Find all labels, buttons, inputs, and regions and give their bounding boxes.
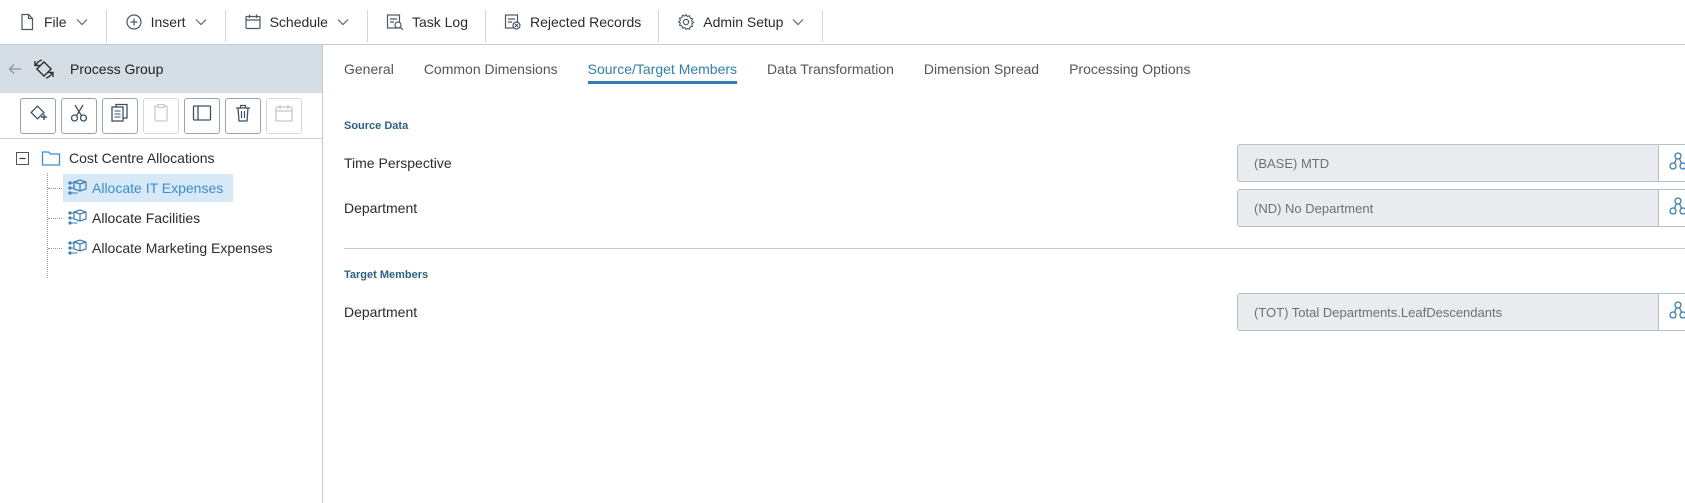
menu-insert[interactable]: Insert — [107, 0, 226, 45]
chevron-down-icon — [336, 15, 350, 29]
time-perspective-label: Time Perspective — [344, 155, 452, 171]
folder-icon — [41, 149, 61, 167]
tree-item-label: Allocate Marketing Expenses — [92, 240, 273, 256]
allocation-process-icon — [67, 179, 87, 197]
menu-file-label: File — [44, 14, 67, 30]
tree-item-allocate-facilities[interactable]: Allocate Facilities — [0, 203, 322, 233]
hierarchy-picker-icon — [1668, 151, 1685, 176]
panel-icon — [191, 102, 213, 129]
tab-general[interactable]: General — [344, 45, 394, 93]
hierarchy-picker-icon — [1668, 300, 1685, 325]
menu-schedule-label: Schedule — [269, 14, 328, 30]
tab-dimension-spread[interactable]: Dimension Spread — [924, 45, 1039, 93]
gear-icon — [677, 13, 695, 31]
menu-file[interactable]: File — [0, 0, 107, 45]
source-data-heading: Source Data — [344, 120, 409, 132]
process-tree: Cost Centre Allocations Allocate IT Expe… — [0, 139, 322, 278]
tree-item-allocate-marketing-expenses[interactable]: Allocate Marketing Expenses — [0, 233, 322, 263]
allocation-process-icon — [67, 209, 87, 227]
source-department-label: Department — [344, 200, 418, 216]
section-divider — [344, 248, 1685, 249]
time-perspective-picker-button[interactable] — [1658, 145, 1685, 181]
tree-root-label: Cost Centre Allocations — [69, 150, 215, 166]
plus-circle-icon — [125, 13, 143, 31]
back-arrow-icon[interactable] — [3, 57, 27, 81]
tree-toolbar — [0, 93, 322, 139]
target-department-label: Department — [344, 304, 418, 320]
process-group-icon — [32, 57, 56, 81]
tab-common-dimensions[interactable]: Common Dimensions — [424, 45, 558, 93]
rejected-records-icon — [504, 13, 522, 31]
target-department-field: (TOT) Total Departments.LeafDescendants — [1237, 293, 1685, 331]
paste-button[interactable] — [143, 97, 179, 134]
file-icon — [18, 13, 36, 31]
tab-data-transformation[interactable]: Data Transformation — [767, 45, 894, 93]
tree-branch-line — [48, 188, 62, 189]
source-department-field: (ND) No Department — [1237, 189, 1685, 227]
chevron-down-icon — [194, 15, 208, 29]
process-group-header: Process Group — [0, 45, 322, 93]
clipboard-icon — [150, 102, 172, 129]
schedule-button[interactable] — [266, 97, 302, 134]
tree-branch-line — [48, 218, 62, 219]
calendar-icon — [244, 13, 262, 31]
tab-source-target-members[interactable]: Source/Target Members — [587, 45, 738, 93]
time-perspective-value[interactable]: (BASE) MTD — [1238, 145, 1658, 181]
scissors-icon — [68, 102, 90, 129]
tree-branch-line — [48, 248, 62, 249]
menu-task-log-label: Task Log — [411, 14, 469, 30]
tree-item-allocate-it-expenses[interactable]: Allocate IT Expenses — [0, 173, 322, 203]
menu-admin-setup[interactable]: Admin Setup — [659, 0, 824, 45]
tab-bar: General Common Dimensions Source/Target … — [323, 45, 1685, 93]
task-log-icon — [386, 13, 404, 31]
menu-bar: File Insert Schedule Task Log Rejected R… — [0, 0, 1685, 45]
chevron-down-icon — [791, 15, 805, 29]
tree-root-node[interactable]: Cost Centre Allocations — [0, 143, 322, 173]
chevron-down-icon — [75, 15, 89, 29]
panel-title: Process Group — [70, 61, 164, 77]
tree-children: Allocate IT Expenses Allocate Facilities — [0, 173, 322, 278]
delete-button[interactable] — [225, 97, 261, 134]
menu-admin-setup-label: Admin Setup — [703, 14, 784, 30]
source-department-row: Department (ND) No Department — [344, 189, 1685, 227]
target-department-row: Department (TOT) Total Departments.LeafD… — [344, 293, 1685, 331]
tree-item-label: Allocate IT Expenses — [92, 180, 224, 196]
menu-insert-label: Insert — [150, 14, 186, 30]
time-perspective-field: (BASE) MTD — [1237, 144, 1685, 182]
time-perspective-row: Time Perspective (BASE) MTD — [344, 144, 1685, 182]
source-department-value[interactable]: (ND) No Department — [1238, 190, 1658, 226]
menu-schedule[interactable]: Schedule — [226, 0, 369, 45]
collapse-toggle-icon[interactable] — [16, 151, 29, 165]
cut-button[interactable] — [61, 97, 97, 134]
menu-rejected-records-label: Rejected Records — [530, 14, 642, 30]
copy-button[interactable] — [102, 97, 138, 134]
tree-node[interactable]: Allocate Marketing Expenses — [63, 234, 283, 262]
menu-rejected-records[interactable]: Rejected Records — [486, 0, 660, 45]
add-process-button[interactable] — [20, 97, 56, 134]
add-process-icon — [27, 102, 49, 129]
tree-node[interactable]: Allocate IT Expenses — [63, 174, 234, 202]
menu-task-log[interactable]: Task Log — [368, 0, 487, 45]
process-detail-panel: General Common Dimensions Source/Target … — [323, 45, 1685, 503]
source-department-picker-button[interactable] — [1658, 190, 1685, 226]
tree-item-label: Allocate Facilities — [92, 210, 201, 226]
hierarchy-picker-icon — [1668, 196, 1685, 221]
tree-node[interactable]: Allocate Facilities — [63, 204, 210, 232]
toggle-panel-button[interactable] — [184, 97, 220, 134]
target-department-value[interactable]: (TOT) Total Departments.LeafDescendants — [1238, 294, 1658, 330]
trash-icon — [232, 102, 254, 129]
process-group-panel: Process Group Cost Centre Allocations Al… — [0, 45, 323, 503]
calendar-icon — [273, 102, 295, 129]
target-members-heading: Target Members — [344, 269, 429, 281]
allocation-process-icon — [67, 239, 87, 257]
tab-processing-options[interactable]: Processing Options — [1069, 45, 1190, 93]
copy-icon — [109, 102, 131, 129]
target-department-picker-button[interactable] — [1658, 294, 1685, 330]
